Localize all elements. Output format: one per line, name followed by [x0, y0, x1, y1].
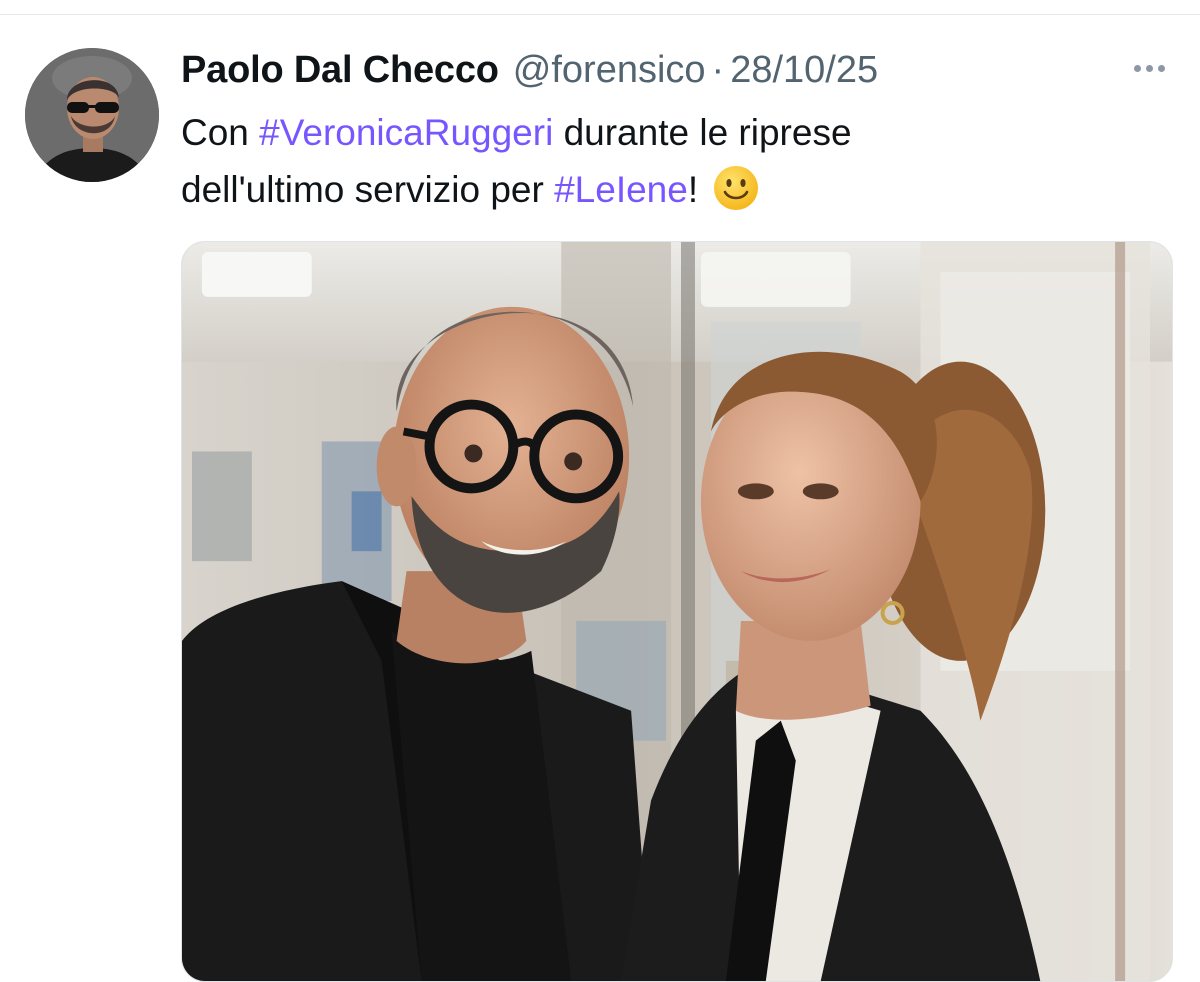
tweet-text-segment: Con	[181, 112, 260, 153]
tweet-header: Paolo Dal Checco @forensico · 28/10/25	[181, 44, 878, 96]
tweet-date[interactable]: 28/10/25	[730, 49, 878, 92]
divider	[0, 14, 1200, 15]
more-options-button[interactable]	[1126, 52, 1172, 84]
slightly-smiling-face-icon	[714, 166, 759, 211]
hashtag-link[interactable]: #LeIene	[554, 169, 688, 210]
author-handle[interactable]: @forensico	[513, 49, 706, 92]
tweet-text-segment: durante le riprese	[553, 112, 852, 153]
avatar[interactable]	[25, 48, 159, 182]
tweet-text-segment: dell'ultimo servizio per	[181, 169, 555, 210]
author-name[interactable]: Paolo Dal Checco	[181, 49, 499, 92]
profile-photo-icon	[25, 48, 159, 182]
tweet-text: Con #VeronicaRuggeri durante le riprese …	[181, 104, 1141, 218]
selfie-photo	[182, 242, 1172, 981]
more-horizontal-icon	[1133, 64, 1141, 72]
tweet-text-segment: !	[687, 169, 699, 210]
hashtag-link[interactable]: #VeronicaRuggeri	[259, 112, 553, 153]
tweet-photo[interactable]	[181, 241, 1173, 982]
tweet-page: Paolo Dal Checco @forensico · 28/10/25 C…	[0, 0, 1200, 982]
separator-dot: ·	[711, 48, 725, 91]
